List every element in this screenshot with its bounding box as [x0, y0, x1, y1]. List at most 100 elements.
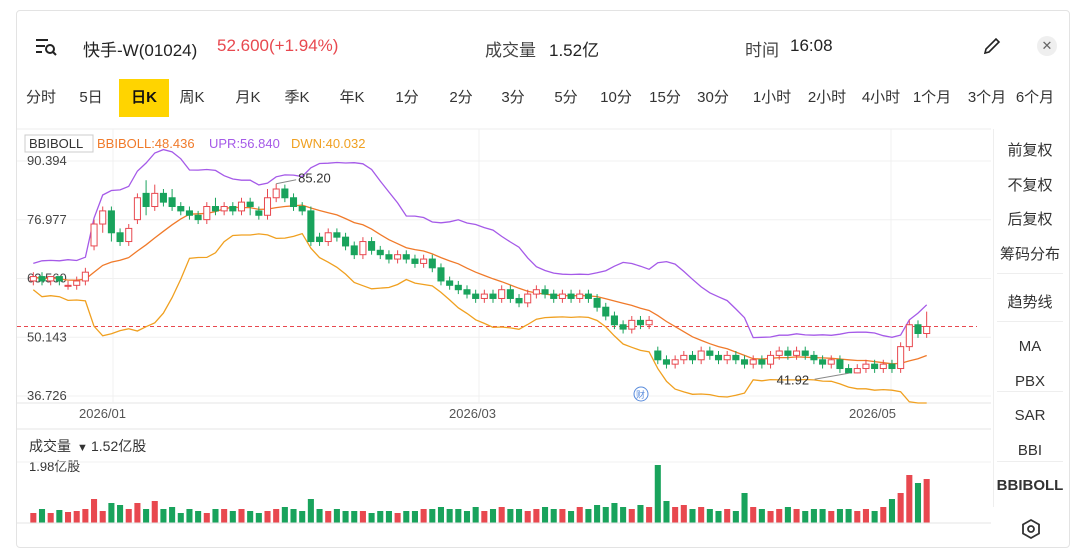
candle-body [316, 236, 324, 243]
candle-body [593, 297, 601, 308]
date-tick: 2026/03 [449, 406, 496, 421]
volume-bar [125, 509, 132, 523]
candle-body [610, 315, 618, 326]
volume-bar [620, 507, 627, 523]
candle-body [454, 284, 462, 291]
candle-body [654, 350, 662, 361]
candle-body [871, 363, 879, 370]
volume-bar [914, 483, 922, 523]
candle-body [567, 293, 575, 299]
candle-body [784, 350, 792, 356]
candle-body [619, 324, 627, 330]
side-item-7[interactable]: SAR [993, 407, 1067, 424]
volume-bar [229, 511, 236, 523]
volume-bar [333, 509, 340, 523]
volume-bar [776, 509, 783, 523]
volume-bar [533, 509, 540, 523]
volume-bar [203, 513, 210, 523]
candle-body [368, 241, 376, 251]
volume-bar [481, 511, 488, 523]
volume-bar [854, 511, 861, 523]
legend-item: DWN:40.032 [291, 136, 365, 151]
volume-bar [698, 507, 705, 523]
candle-body [836, 359, 844, 370]
dropdown-caret-icon: ▼ [77, 442, 88, 454]
volume-panel-value: 1.52亿股 [91, 438, 146, 454]
volume-panel-label: 成交量 [29, 438, 71, 454]
volume-bar [238, 509, 245, 523]
candle-body [237, 201, 246, 212]
candle-body [185, 210, 193, 216]
volume-bar [802, 511, 809, 523]
side-item-6[interactable]: PBX [993, 373, 1067, 390]
side-item-9[interactable]: BBIBOLL [993, 477, 1067, 494]
candle-body [38, 276, 46, 282]
volume-bar [264, 511, 271, 523]
volume-bar [299, 511, 306, 523]
low-annotation: 41.92 [777, 372, 810, 387]
candle-body [897, 346, 905, 370]
volume-bar [342, 511, 349, 523]
mid-line [33, 204, 927, 365]
side-item-4[interactable]: 趋势线 [993, 291, 1067, 312]
side-item-3[interactable]: 筹码分布 [993, 243, 1067, 264]
finance-marker-label: 财 [636, 389, 645, 400]
volume-bar [828, 511, 835, 523]
volume-bar [325, 511, 332, 523]
volume-bar [862, 509, 869, 523]
volume-bar [654, 465, 661, 523]
candle-body [420, 258, 428, 264]
volume-bar [637, 505, 644, 523]
candle-body [810, 354, 818, 361]
volume-bar [394, 513, 401, 523]
volume-bar [515, 509, 523, 523]
candle-body [749, 359, 757, 365]
candle-body [853, 368, 861, 374]
candle-body [671, 359, 679, 365]
volume-max-label: 1.98亿股 [29, 459, 80, 474]
volume-bar [307, 499, 314, 523]
candle-body [168, 197, 176, 208]
volume-bar [602, 507, 609, 523]
candle-body [229, 206, 237, 212]
side-item-1[interactable]: 不复权 [993, 174, 1067, 195]
volume-bar [871, 511, 878, 523]
volume-bar [134, 503, 141, 523]
candle-body [81, 271, 89, 282]
candle-body [402, 254, 410, 260]
volume-bar [628, 509, 635, 523]
candle-body [376, 249, 384, 256]
candle-body [879, 363, 887, 370]
candle-body [446, 280, 454, 286]
side-item-8[interactable]: BBI [993, 442, 1067, 459]
candle-body [116, 232, 124, 243]
side-item-2[interactable]: 后复权 [993, 208, 1067, 229]
candle-body [472, 293, 480, 299]
side-item-5[interactable]: MA [993, 338, 1067, 355]
volume-bar [281, 507, 288, 523]
candle-body [203, 206, 211, 221]
volume-bar [455, 509, 462, 523]
candle-body [480, 293, 488, 299]
candle-body [64, 284, 72, 287]
candle-body [437, 267, 445, 282]
volume-bar [524, 511, 531, 523]
volume-bar [429, 509, 436, 523]
volume-bar [290, 509, 297, 523]
volume-bar [117, 505, 124, 523]
volume-bar [836, 509, 843, 523]
candle-body [463, 289, 471, 295]
candle-body [489, 293, 497, 299]
side-item-0[interactable]: 前复权 [993, 139, 1067, 160]
volume-bar [672, 507, 679, 523]
volume-bar [888, 499, 896, 523]
candle-body [272, 188, 280, 199]
candle-body [636, 319, 644, 326]
volume-bar [559, 509, 566, 523]
volume-bar [594, 505, 601, 523]
candle-body [151, 192, 159, 208]
kline-chart[interactable]: 90.39476.97763.56050.14336.7262026/01 202… [17, 11, 1069, 547]
candle-body [99, 210, 107, 225]
volume-bar [880, 507, 887, 523]
settings-hex-icon[interactable] [1020, 518, 1042, 540]
